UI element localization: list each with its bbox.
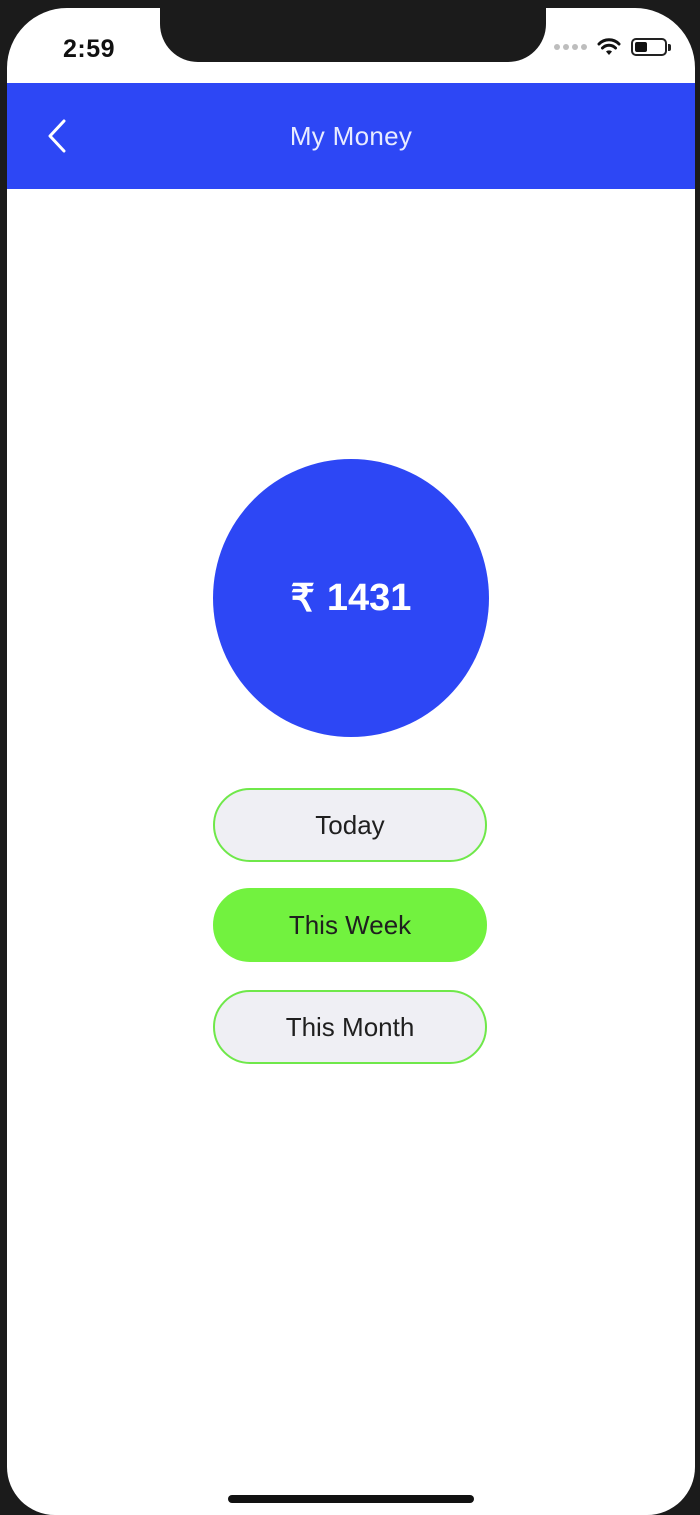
chevron-left-icon bbox=[48, 119, 66, 153]
today-button-label: Today bbox=[315, 809, 385, 840]
back-button[interactable] bbox=[37, 110, 77, 162]
signal-dots-icon bbox=[554, 44, 587, 50]
battery-icon bbox=[631, 38, 671, 56]
balance-circle: ₹ 1431 bbox=[213, 459, 489, 737]
status-icons bbox=[554, 38, 671, 56]
balance-amount: 1431 bbox=[326, 576, 412, 619]
phone-screen: 2:59 My Money ₹ 1431 Today This Week Thi… bbox=[7, 8, 695, 1515]
wifi-icon bbox=[597, 38, 621, 55]
this-week-button[interactable]: This Week bbox=[213, 888, 487, 962]
home-indicator[interactable] bbox=[228, 1495, 474, 1503]
page-title: My Money bbox=[289, 121, 413, 151]
this-month-button-label: This Month bbox=[285, 1011, 415, 1042]
notch bbox=[160, 8, 546, 62]
today-button[interactable]: Today bbox=[213, 788, 487, 862]
app-header: My Money bbox=[7, 83, 695, 189]
this-month-button[interactable]: This Month bbox=[213, 990, 487, 1064]
this-week-button-label: This Week bbox=[288, 909, 412, 940]
status-time: 2:59 bbox=[63, 35, 116, 63]
currency-symbol: ₹ bbox=[290, 577, 315, 620]
